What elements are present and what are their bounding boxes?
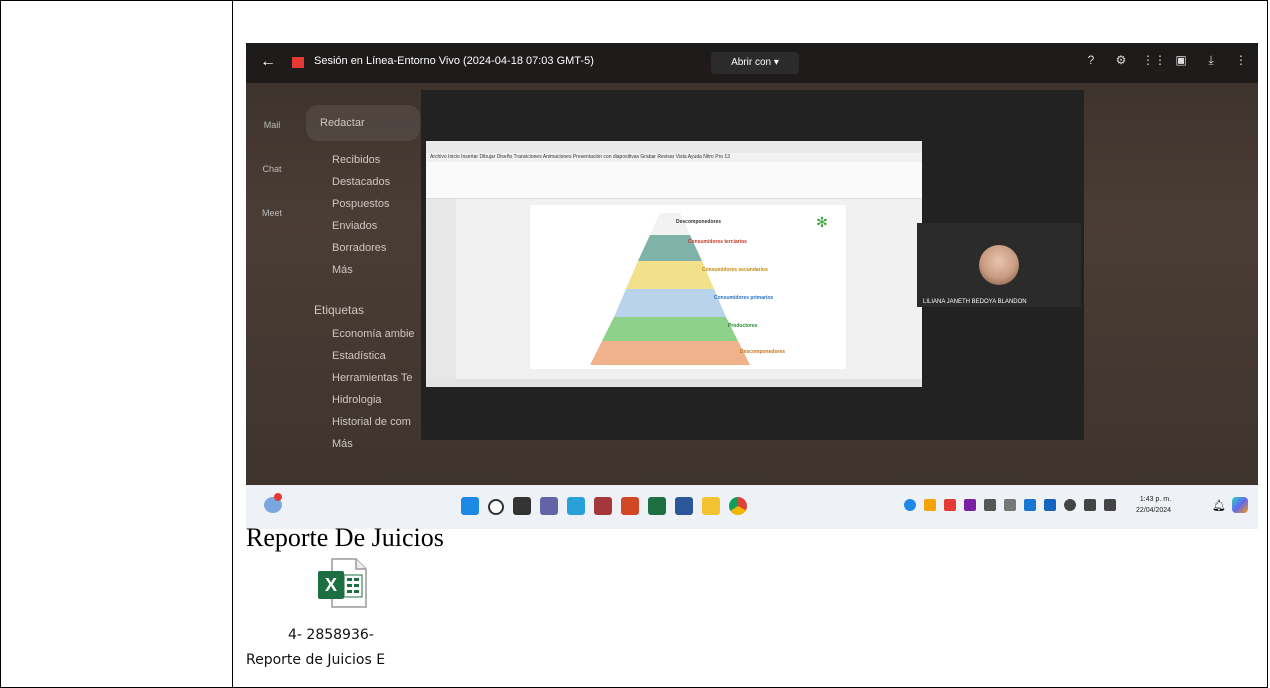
labels-heading: Etiquetas <box>314 303 365 317</box>
label-item[interactable]: Estadística <box>306 345 420 367</box>
nav-item-drafts[interactable]: Borradores <box>306 237 420 259</box>
volume-icon[interactable] <box>1084 499 1096 511</box>
label-item[interactable]: Más <box>306 433 420 455</box>
pyramid-label: Descomponedores <box>676 219 722 225</box>
system-tray <box>904 499 1116 511</box>
chat-icon[interactable] <box>567 497 585 515</box>
tray-app-icon[interactable] <box>1004 499 1016 511</box>
embedded-screenshot: Mail Chat Meet Redactar Recibidos Destac… <box>246 43 1258 529</box>
teams-icon[interactable] <box>540 497 558 515</box>
label-item[interactable]: Herramientas Te <box>306 367 420 389</box>
more-vert-icon[interactable]: ⋮ <box>1232 53 1250 71</box>
ppt-statusbar <box>426 379 922 387</box>
chat-rail-item[interactable]: Chat <box>260 164 284 208</box>
pyramid-label: Descomponedores <box>740 349 786 355</box>
avatar <box>979 245 1019 285</box>
pyramid-label: Consumidores secundarios <box>702 267 768 273</box>
file-explorer-icon[interactable] <box>702 497 720 515</box>
shared-presentation: Archivo Inicio Insertar Dibujar Diseño T… <box>426 141 922 387</box>
label-item[interactable]: Economía ambie <box>306 323 420 345</box>
notification-badge <box>274 493 282 501</box>
pyramid-label: Consumidores terciarios <box>688 239 747 245</box>
tray-app-icon[interactable] <box>944 499 956 511</box>
chrome-icon[interactable] <box>729 497 747 515</box>
nav-item-more[interactable]: Más <box>306 259 420 281</box>
arrow-left-icon[interactable]: ← <box>260 53 276 71</box>
ppt-slide: ✻ Descomponedores Consumidores terciario… <box>530 205 846 369</box>
table-column-divider <box>232 0 233 688</box>
access-icon[interactable] <box>594 497 612 515</box>
open-with-button[interactable]: Abrir con ▾ <box>711 52 799 74</box>
meeting-video-frame: Archivo Inicio Insertar Dibujar Diseño T… <box>421 90 1084 440</box>
file-viewer-bar: ← Sesión en Línea-Entorno Vivo (2024-04-… <box>246 43 1258 83</box>
gmail-menu: Redactar Recibidos Destacados Pospuestos… <box>306 105 420 455</box>
label-item[interactable]: Hidrologia <box>306 389 420 411</box>
task-view-icon[interactable] <box>513 497 531 515</box>
page-title: Reporte De Juicios <box>246 523 444 552</box>
gear-icon[interactable]: ⚙ <box>1112 53 1130 71</box>
apps-grid-icon[interactable]: ⋮⋮ <box>1142 53 1166 71</box>
tray-app-icon[interactable] <box>1024 499 1036 511</box>
bluetooth-icon[interactable] <box>1044 499 1056 511</box>
video-file-icon <box>292 57 304 68</box>
download-icon[interactable]: ⤓ <box>1202 53 1220 71</box>
excel-icon[interactable] <box>648 497 666 515</box>
svg-text:X: X <box>325 575 337 595</box>
nav-item-inbox[interactable]: Recibidos <box>306 149 420 171</box>
clock-date: 22/04/2024 <box>1136 507 1172 514</box>
wifi-icon[interactable] <box>1064 499 1076 511</box>
gmail-side-rail: Mail Chat Meet <box>260 98 284 252</box>
food-pyramid: ✻ <box>590 213 828 365</box>
battery-icon[interactable] <box>1104 499 1116 511</box>
viewer-title: Sesión en Línea-Entorno Vivo (2024-04-18… <box>314 55 594 67</box>
add-to-drive-icon[interactable]: ▣ <box>1172 53 1190 71</box>
notifications-bell-icon[interactable]: 🔔︎ <box>1212 499 1226 512</box>
viewer-actions: ? ⚙ ⋮⋮ ▣ ⤓ ⋮ <box>1082 53 1250 71</box>
tray-app-icon[interactable] <box>924 499 936 511</box>
ppt-titlebar <box>426 141 922 153</box>
help-icon[interactable]: ? <box>1082 53 1100 71</box>
mail-rail-item[interactable]: Mail <box>260 98 284 164</box>
nav-item-starred[interactable]: Destacados <box>306 171 420 193</box>
tray-app-icon[interactable] <box>984 499 996 511</box>
tray-app-icon[interactable] <box>904 499 916 511</box>
attachment-name-line2[interactable]: Reporte de Juicios E <box>246 652 385 668</box>
taskbar-apps <box>461 497 747 515</box>
ppt-thumbnails <box>426 199 456 379</box>
ppt-menu: Archivo Inicio Insertar Dibujar Diseño T… <box>430 154 730 160</box>
copilot-icon[interactable] <box>1232 497 1248 513</box>
label-item[interactable]: Historial de com <box>306 411 420 433</box>
system-clock[interactable]: 1:43 p. m. 22/04/2024 <box>1136 494 1171 516</box>
compose-button[interactable]: Redactar <box>306 105 420 141</box>
participant-tile: LILIANA JANETH BEDOYA BLANDON <box>917 223 1081 307</box>
ppt-ribbon <box>426 162 922 199</box>
word-icon[interactable] <box>675 497 693 515</box>
meet-rail-item[interactable]: Meet <box>260 208 284 252</box>
open-with-label: Abrir con <box>731 57 772 68</box>
clock-time: 1:43 p. m. <box>1139 496 1172 503</box>
tray-app-icon[interactable] <box>964 499 976 511</box>
chevron-down-icon: ▾ <box>773 57 779 68</box>
windows-start-icon[interactable] <box>461 497 479 515</box>
nav-item-snoozed[interactable]: Pospuestos <box>306 193 420 215</box>
svg-text:✻: ✻ <box>816 214 828 230</box>
powerpoint-icon[interactable] <box>621 497 639 515</box>
search-icon[interactable] <box>488 499 504 515</box>
nav-item-sent[interactable]: Enviados <box>306 215 420 237</box>
pyramid-label: Productores <box>728 323 758 329</box>
attachment-name-line1[interactable]: 4- 2858936- <box>288 627 374 643</box>
pyramid-label: Consumidores primarios <box>714 295 774 301</box>
participant-name: LILIANA JANETH BEDOYA BLANDON <box>923 299 1027 305</box>
excel-file-icon[interactable]: X <box>316 557 368 609</box>
